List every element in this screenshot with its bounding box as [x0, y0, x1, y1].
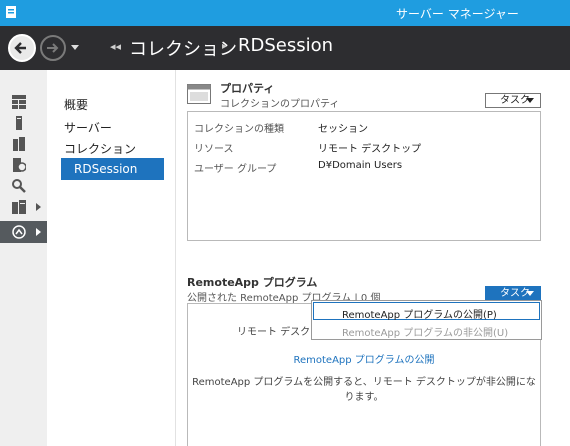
breadcrumb-collections[interactable]: コレクション — [129, 35, 237, 61]
property-key: リソース — [194, 144, 234, 155]
nav-collections[interactable]: コレクション — [64, 140, 136, 157]
properties-task-button[interactable]: タスク — [485, 93, 541, 108]
menu-unpublish-remoteapp[interactable]: RemoteApp プログラムの非公開(U) — [313, 321, 540, 339]
breadcrumb-current[interactable]: RDSession — [238, 35, 333, 56]
nav-rdsession[interactable]: RDSession — [61, 158, 164, 180]
back-arrow-icon — [14, 42, 26, 54]
property-value: リモート デスクトップ — [318, 144, 422, 155]
task-menu: RemoteApp プログラムの公開(P) RemoteApp プログラムの非公… — [311, 300, 542, 340]
breadcrumb-separator-icon: ▸ — [222, 41, 228, 52]
collection-nav: 概要 サーバー コレクション RDSession — [47, 70, 175, 446]
properties-icon — [187, 84, 211, 104]
rail-file-services[interactable] — [0, 196, 47, 218]
expand-icon[interactable] — [36, 228, 41, 236]
rail-remote-desktop[interactable] — [0, 221, 47, 243]
properties-box: コレクションの種類 セッション リソース リモート デスクトップ ユーザー グル… — [187, 111, 541, 241]
rail-all-servers[interactable] — [0, 133, 47, 155]
dashboard-icon — [12, 95, 26, 109]
window-title: サーバー マネージャー — [396, 7, 519, 21]
nav-overview[interactable]: 概要 — [64, 96, 88, 113]
expand-icon[interactable] — [36, 203, 41, 211]
all-servers-icon — [13, 137, 25, 151]
property-key: ユーザー グループ — [194, 164, 277, 175]
rail-local-server[interactable] — [0, 112, 47, 134]
back-button[interactable] — [8, 34, 36, 62]
chevron-down-icon — [526, 98, 534, 103]
nav-servers[interactable]: サーバー — [64, 119, 112, 136]
history-dropdown-icon[interactable] — [71, 45, 79, 50]
rail-iis[interactable] — [0, 175, 47, 197]
remoteapp-note: RemoteApp プログラムを公開すると、リモート デスクトップが非公開になり… — [192, 377, 536, 403]
publish-remoteapp-link[interactable]: RemoteApp プログラムの公開 — [188, 351, 540, 366]
menu-publish-remoteapp[interactable]: RemoteApp プログラムの公開(P) — [313, 302, 540, 321]
file-services-icon — [12, 200, 26, 214]
server-manager-icon — [6, 6, 16, 18]
nav-bar: ◂◂ コレクション ▸ RDSession — [0, 26, 570, 70]
local-server-icon — [16, 116, 22, 130]
file-storage-icon — [13, 158, 26, 172]
remote-desktop-icon — [12, 225, 26, 239]
properties-subtitle: コレクションのプロパティ — [220, 99, 340, 110]
rail-dashboard[interactable] — [0, 91, 47, 113]
property-key: コレクションの種類 — [194, 124, 284, 135]
pane-divider — [175, 70, 176, 446]
properties-title: プロパティ — [220, 82, 275, 95]
property-value: D¥Domain Users — [318, 160, 403, 171]
forward-button[interactable] — [40, 35, 66, 61]
property-value: セッション — [318, 124, 368, 135]
remoteapp-title: RemoteApp プログラム — [187, 276, 318, 289]
forward-arrow-icon — [47, 43, 59, 53]
rail-file-storage[interactable] — [0, 154, 47, 176]
title-bar: サーバー マネージャー — [0, 0, 570, 26]
breadcrumb-back-icon[interactable]: ◂◂ — [110, 40, 121, 53]
iis-icon — [12, 179, 26, 193]
chevron-down-icon — [526, 291, 534, 296]
remoteapp-task-button[interactable]: タスク — [485, 286, 541, 301]
left-rail — [0, 70, 47, 446]
